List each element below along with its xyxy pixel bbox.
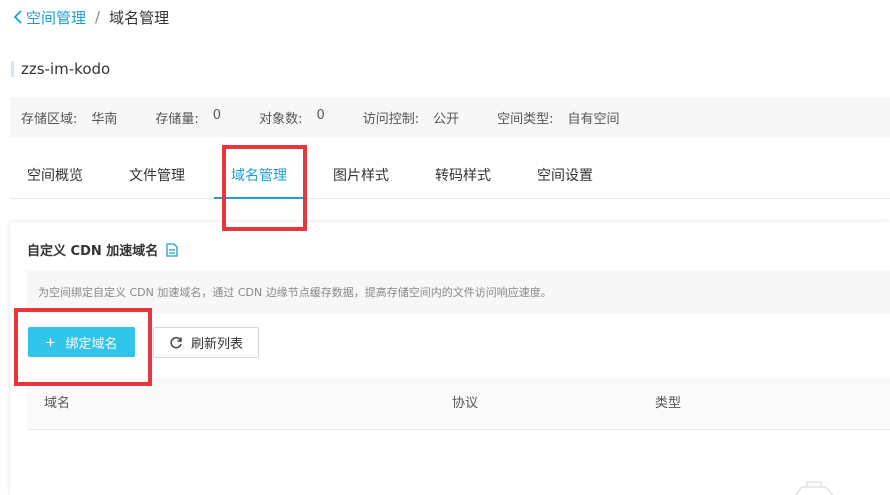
column-header-domain: 域名 <box>44 396 71 411</box>
bucket-title: zzs-im-kodo <box>11 60 110 78</box>
document-icon[interactable] <box>166 242 178 257</box>
panel-description: 为空间绑定自定义 CDN 加速域名，通过 CDN 边缘节点缓存数据，提高存储空间… <box>27 271 890 314</box>
info-label: 存储区域: <box>21 111 78 127</box>
info-label: 对象数: <box>259 111 303 127</box>
info-object-count: 对象数: 0 <box>259 108 325 127</box>
column-header-protocol: 协议 <box>452 396 479 411</box>
info-label: 空间类型: <box>497 111 554 127</box>
info-label: 存储量: <box>155 111 199 127</box>
info-storage: 存储量: 0 <box>155 108 221 127</box>
info-access-control: 访问控制: 公开 <box>363 108 459 127</box>
title-accent-bar <box>11 61 14 77</box>
back-link[interactable]: 空间管理 <box>12 7 86 28</box>
tab-transcode-styles[interactable]: 转码样式 <box>418 155 508 199</box>
info-region: 存储区域: 华南 <box>21 108 117 127</box>
empty-state-icon <box>794 481 834 495</box>
info-value: 公开 <box>433 111 460 127</box>
tab-overview[interactable]: 空间概览 <box>10 155 100 199</box>
panel-title-text: 自定义 CDN 加速域名 <box>27 244 159 259</box>
bind-domain-label: 绑定域名 <box>65 335 118 351</box>
chevron-left-icon <box>13 10 22 24</box>
back-link-label: 空间管理 <box>26 8 87 27</box>
bind-domain-button[interactable]: + 绑定域名 <box>28 327 135 357</box>
info-label: 访问控制: <box>362 111 420 127</box>
column-header-type: 类型 <box>655 396 682 411</box>
info-value: 0 <box>212 107 222 123</box>
domain-table-header: 域名 协议 类型 <box>27 377 890 430</box>
refresh-list-button[interactable]: 刷新列表 <box>153 327 259 358</box>
refresh-icon <box>170 336 182 348</box>
info-value: 自有空间 <box>567 111 620 127</box>
breadcrumb-current: 域名管理 <box>109 8 170 27</box>
info-value: 0 <box>316 107 325 123</box>
info-value: 华南 <box>91 111 118 127</box>
plus-icon: + <box>45 332 56 352</box>
refresh-list-label: 刷新列表 <box>190 336 243 351</box>
tab-file-management[interactable]: 文件管理 <box>112 155 202 199</box>
breadcrumb: 空间管理 / 域名管理 <box>12 6 169 28</box>
tab-bar: 空间概览 文件管理 域名管理 图片样式 转码样式 空间设置 <box>10 155 890 199</box>
cdn-domain-panel: 自定义 CDN 加速域名 为空间绑定自定义 CDN 加速域名，通过 CDN 边缘… <box>10 222 890 495</box>
panel-title: 自定义 CDN 加速域名 <box>27 240 178 259</box>
info-space-type: 空间类型: 自有空间 <box>497 108 619 127</box>
breadcrumb-separator: / <box>95 8 101 26</box>
tab-image-styles[interactable]: 图片样式 <box>316 155 406 199</box>
tab-space-settings[interactable]: 空间设置 <box>520 155 610 199</box>
bucket-info-bar: 存储区域: 华南 存储量: 0 对象数: 0 访问控制: 公开 空间类型: 自有… <box>10 97 890 137</box>
tab-domain-management[interactable]: 域名管理 <box>214 155 304 199</box>
bucket-name: zzs-im-kodo <box>21 60 111 78</box>
